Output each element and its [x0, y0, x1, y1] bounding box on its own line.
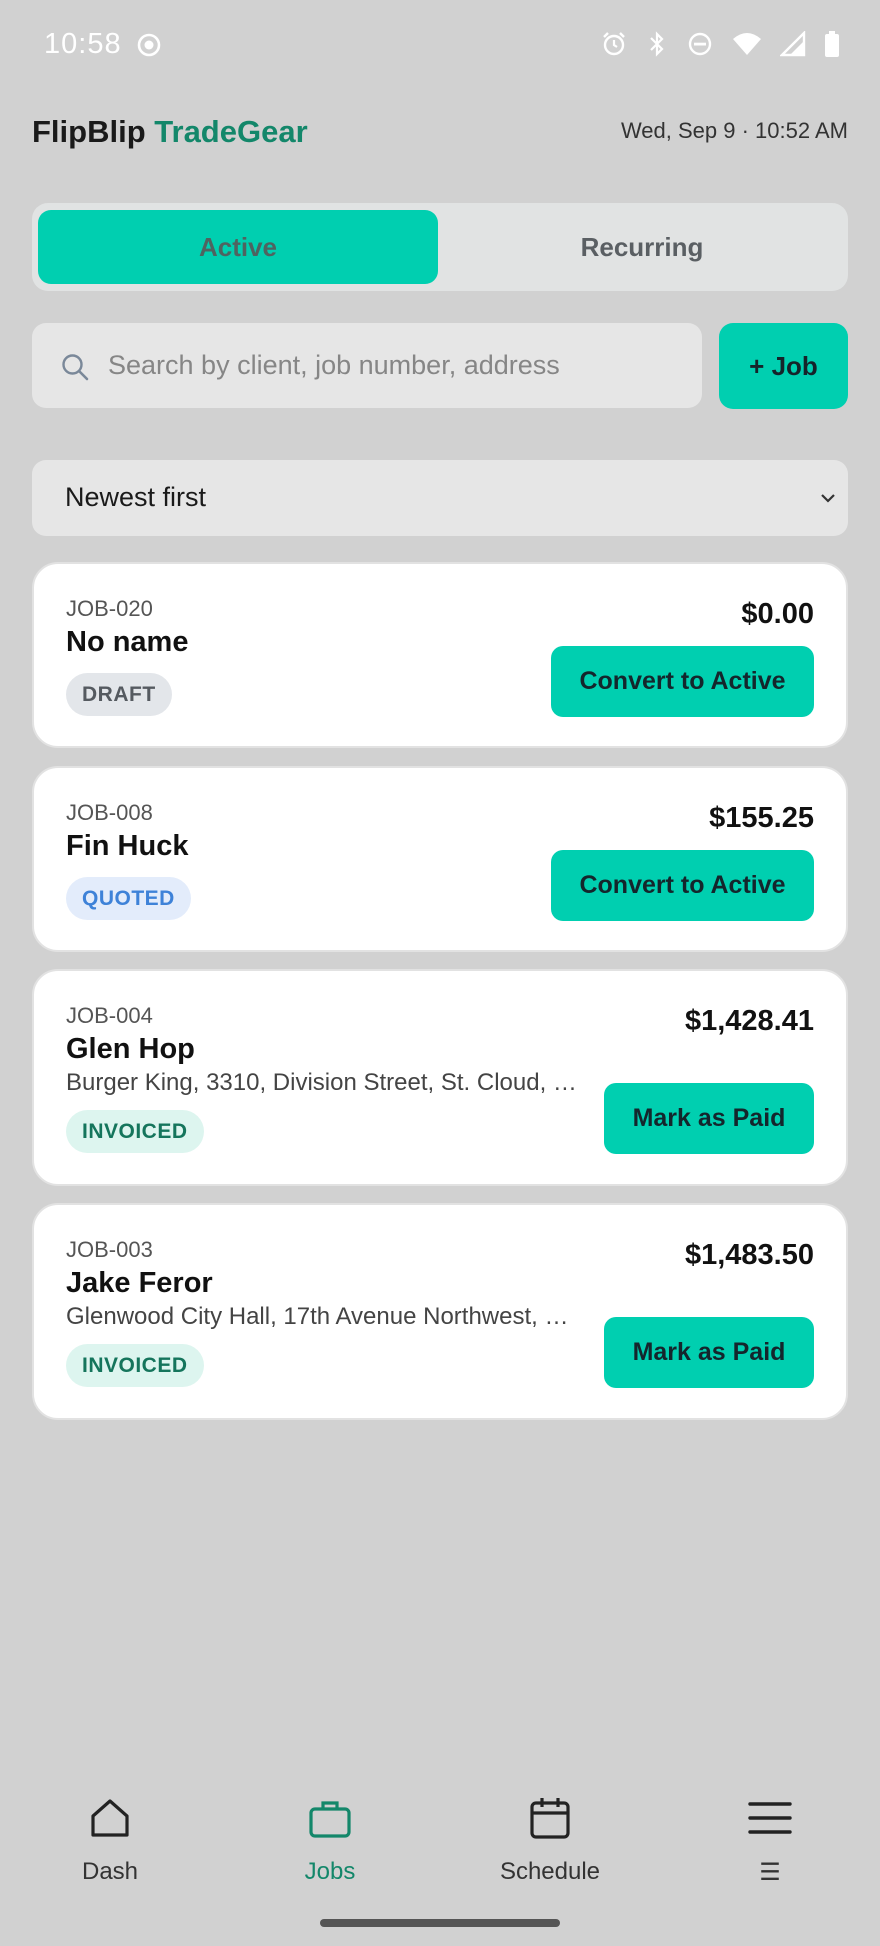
- status-badge: DRAFT: [66, 673, 172, 716]
- nav-schedule[interactable]: Schedule: [460, 1780, 640, 1890]
- convert-to-active-button[interactable]: Convert to Active: [551, 646, 814, 717]
- nav-jobs-label: Jobs: [304, 1858, 356, 1885]
- sort-selected-value: Newest first: [65, 482, 207, 512]
- status-badge: QUOTED: [66, 877, 191, 920]
- menu-icon: [748, 1802, 792, 1834]
- nav-menu-label: ☰: [759, 1859, 781, 1886]
- calendar-icon: [530, 1798, 570, 1839]
- search-box: [32, 323, 702, 408]
- dnd-icon: [686, 30, 714, 58]
- app-title: FlipBlip TradeGear: [32, 114, 308, 150]
- briefcase-icon: [309, 1801, 351, 1838]
- job-amount: $155.25: [709, 802, 814, 834]
- nav-menu[interactable]: ☰: [680, 1780, 860, 1890]
- header-datetime: Wed, Sep 9 · 10:52 AM: [620, 118, 848, 143]
- status-bar: 10:58: [0, 0, 880, 92]
- job-type-tabs: Active Recurring: [32, 203, 848, 291]
- alarm-icon: [600, 30, 628, 58]
- bluetooth-icon: [646, 30, 668, 58]
- mark-as-paid-button[interactable]: Mark as Paid: [604, 1317, 814, 1388]
- app-header: FlipBlip TradeGear Wed, Sep 9 · 10:52 AM: [32, 110, 848, 160]
- search-input[interactable]: [108, 333, 688, 397]
- client-name: Fin Huck: [66, 830, 189, 862]
- mark-as-paid-button[interactable]: Mark as Paid: [604, 1083, 814, 1154]
- status-badge: INVOICED: [66, 1110, 204, 1153]
- chevron-down-icon: [818, 488, 838, 513]
- client-name: Jake Feror: [66, 1267, 213, 1299]
- signal-icon: [780, 31, 806, 57]
- status-time: 10:58: [44, 28, 122, 60]
- job-number: JOB-020: [66, 596, 153, 621]
- job-number: JOB-003: [66, 1237, 153, 1262]
- home-icon: [91, 1799, 129, 1837]
- add-job-button[interactable]: + Job: [719, 323, 848, 409]
- job-amount: $1,428.41: [684, 1005, 814, 1037]
- home-indicator: [320, 1919, 560, 1927]
- job-address: Burger King, 3310, Division Street, St. …: [66, 1069, 586, 1096]
- job-card[interactable]: JOB-004 Glen Hop Burger King, 3310, Divi…: [32, 969, 848, 1186]
- client-name: No name: [66, 626, 189, 658]
- sort-select[interactable]: Newest first: [32, 460, 848, 536]
- app-title-product: TradeGear: [154, 114, 308, 149]
- status-badge: INVOICED: [66, 1344, 204, 1387]
- client-name: Glen Hop: [66, 1033, 195, 1065]
- job-number: JOB-004: [66, 1003, 153, 1028]
- nav-dash-label: Dash: [81, 1858, 139, 1885]
- nav-schedule-label: Schedule: [499, 1858, 601, 1885]
- nav-jobs[interactable]: Jobs: [240, 1780, 420, 1890]
- record-icon: [136, 32, 162, 63]
- search-icon: [60, 352, 90, 387]
- job-card[interactable]: JOB-003 Jake Feror Glenwood City Hall, 1…: [32, 1203, 848, 1420]
- wifi-icon: [732, 31, 762, 57]
- bottom-nav: Dash Jobs Schedule ☰: [0, 1780, 880, 1890]
- app-title-brand: FlipBlip: [32, 114, 146, 149]
- job-card[interactable]: JOB-020 No name DRAFT $0.00 Convert to A…: [32, 562, 848, 748]
- tab-recurring[interactable]: Recurring: [442, 210, 842, 284]
- tab-active[interactable]: Active: [38, 210, 438, 284]
- job-address: Glenwood City Hall, 17th Avenue Northwes…: [66, 1303, 586, 1330]
- job-card[interactable]: JOB-008 Fin Huck QUOTED $155.25 Convert …: [32, 766, 848, 952]
- battery-icon: [824, 30, 840, 58]
- convert-to-active-button[interactable]: Convert to Active: [551, 850, 814, 921]
- status-icons: [600, 30, 840, 58]
- job-amount: $0.00: [741, 598, 814, 630]
- job-amount: $1,483.50: [684, 1239, 814, 1271]
- job-number: JOB-008: [66, 800, 153, 825]
- nav-dash[interactable]: Dash: [20, 1780, 200, 1890]
